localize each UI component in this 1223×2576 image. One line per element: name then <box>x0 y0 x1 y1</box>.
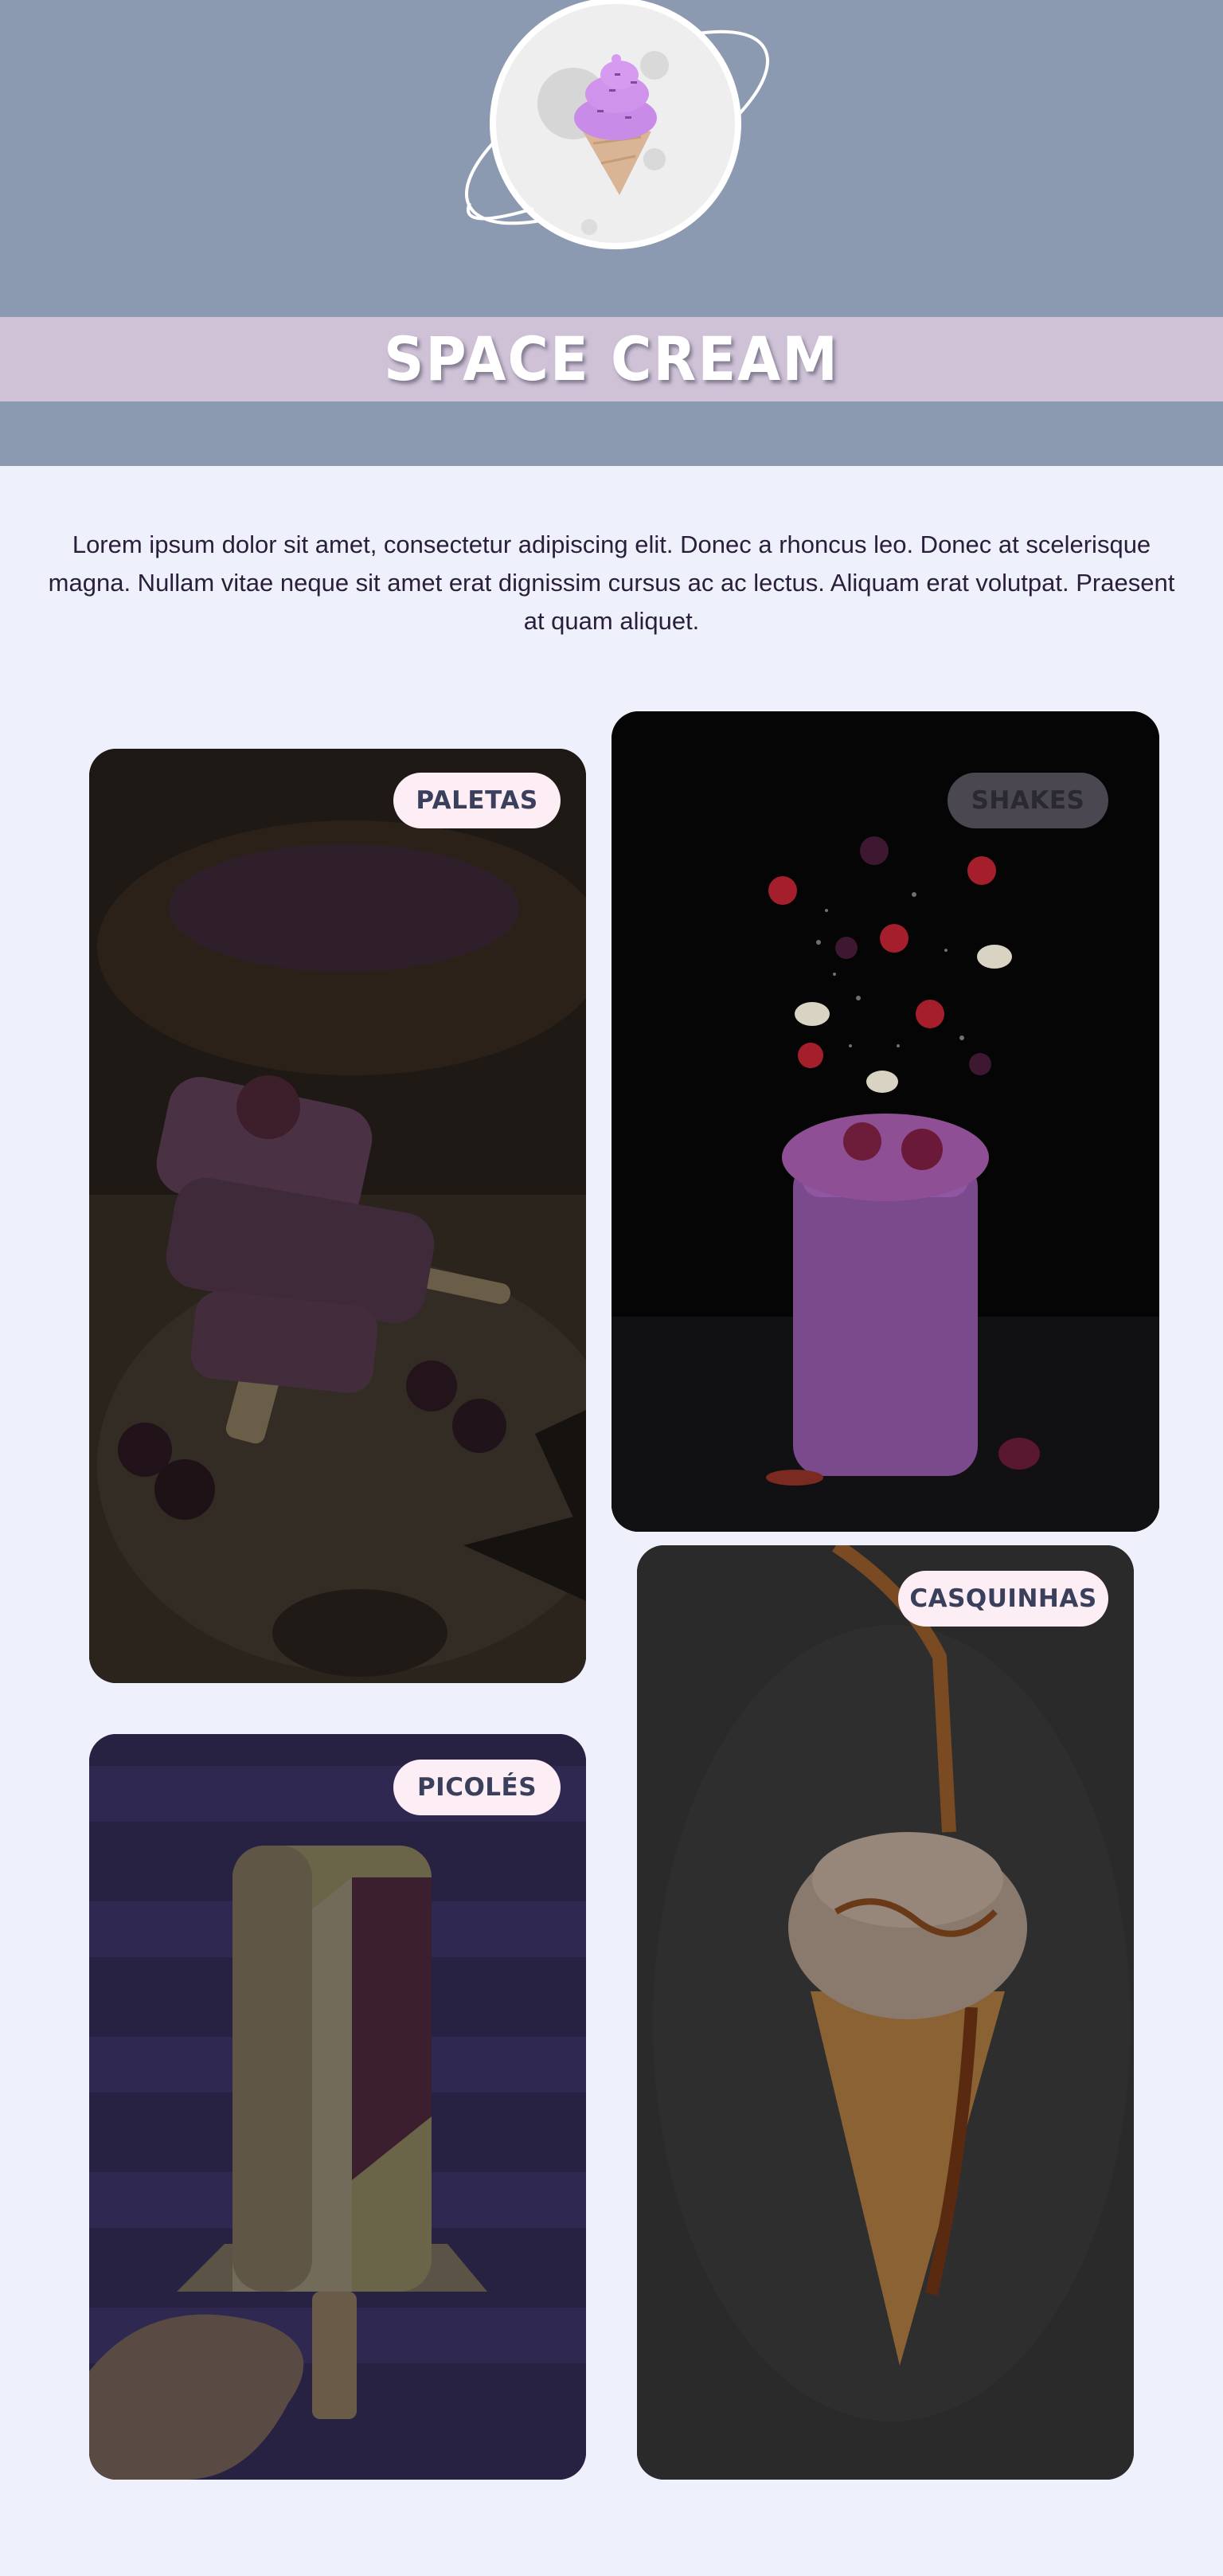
site-header: SPACE CREAM <box>0 0 1223 466</box>
card-casquinhas[interactable]: CASQUINHAS <box>637 1545 1134 2480</box>
berry-shake-jar-image <box>612 711 1159 1532</box>
stacked-popsicles-image <box>89 749 586 1683</box>
title-banner: SPACE CREAM <box>0 317 1223 401</box>
picoles-badge[interactable]: PICOLÉS <box>393 1760 561 1815</box>
paletas-badge[interactable]: PALETAS <box>393 773 561 828</box>
site-title[interactable]: SPACE CREAM <box>384 324 839 395</box>
caramel-ice-cream-cone-image <box>637 1545 1134 2480</box>
card-picoles[interactable]: PICOLÉS <box>89 1734 586 2480</box>
intro-paragraph: Lorem ipsum dolor sit amet, consectetur … <box>48 530 1175 635</box>
casquinhas-badge[interactable]: CASQUINHAS <box>898 1571 1108 1627</box>
card-shakes[interactable]: SHAKES <box>612 711 1159 1532</box>
planet-ice-cream-icon[interactable] <box>446 0 780 255</box>
shakes-badge[interactable]: SHAKES <box>948 773 1108 828</box>
nut-covered-ice-pop-image <box>89 1734 586 2480</box>
card-paletas[interactable]: PALETAS <box>89 749 586 1683</box>
